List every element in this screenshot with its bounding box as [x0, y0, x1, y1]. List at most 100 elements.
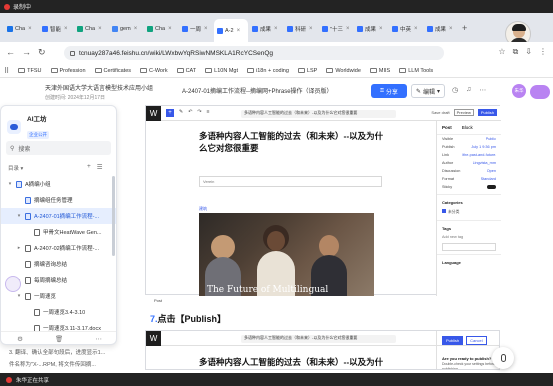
forward-icon[interactable]: → [22, 47, 31, 57]
sidebar-tree-item[interactable]: 甲骨文HeatWave Gen... [1, 224, 116, 240]
step-text: 点击【Publish】 [157, 314, 227, 324]
browser-tab[interactable]: 一周 × [179, 20, 213, 37]
tab-close-icon[interactable]: × [204, 26, 208, 32]
space-name[interactable]: AI工坊 [27, 113, 49, 123]
sidebar-tree-item[interactable]: 一周速览3.4-3.10 [1, 304, 116, 320]
bookmark-item[interactable]: i18n + coding [247, 68, 289, 74]
browser-tab[interactable]: Cha × [4, 20, 38, 37]
sharing-label: 朱华正在共享 [16, 377, 50, 384]
sidebar-tree-label: 甲骨文HeatWave Gen... [43, 230, 102, 236]
settings-icon[interactable]: ⚙ [17, 335, 23, 343]
wp-tab-post: Post [442, 125, 452, 130]
wordpress-logo-icon-2: W [146, 331, 161, 346]
tab-close-icon[interactable]: × [346, 26, 350, 32]
sidebar-scrollbar[interactable] [112, 176, 115, 256]
trash-icon[interactable]: 🗑 [55, 335, 63, 343]
sidebar-tree-item[interactable]: ▾ A-2407-01摘编工作流程-... [1, 208, 116, 224]
browser-tab[interactable]: A-2 × [214, 19, 248, 42]
reload-icon[interactable]: ↻ [38, 47, 46, 58]
bookmark-item[interactable]: TFSU [18, 68, 42, 74]
share-button[interactable]: ⚿ 分享 [371, 84, 407, 98]
downloads-icon[interactable]: ⇩ [525, 47, 532, 57]
toc-options-icon[interactable]: ☰ [97, 163, 103, 171]
sidebar-tree-item[interactable]: ▾ 一周速览 [1, 288, 116, 304]
voice-button[interactable] [492, 347, 514, 369]
bookmark-item[interactable]: L10N Mgt [205, 68, 238, 74]
browser-tab[interactable]: "十三 × [319, 20, 353, 37]
bookmark-item[interactable]: LSP [297, 68, 317, 74]
tab-close-icon[interactable]: × [379, 26, 383, 32]
edit-button[interactable]: ✎ 编辑 ▾ [411, 84, 445, 98]
sidebar-tree-label: A-2407-01摘编工作流程-... [34, 214, 100, 220]
expand-arrow-icon[interactable]: ▾ [7, 181, 13, 187]
browser-tab[interactable]: gem × [109, 20, 143, 37]
wp-setting-value: July 1 9:36 pm [471, 145, 496, 149]
ai-assistant-icon[interactable] [5, 276, 21, 292]
wp-input: Verein [199, 176, 382, 187]
apps-icon[interactable]: ⠿ [4, 67, 9, 75]
sidebar-tree-label: A-2407-02摘编工作流程-... [34, 246, 100, 252]
tab-close-icon[interactable]: × [449, 26, 453, 32]
bookmark-item[interactable]: Certificates [94, 68, 131, 74]
sidebar-tree-item[interactable]: 摘编组任务管理 [1, 192, 116, 208]
tab-close-icon[interactable]: × [168, 26, 172, 32]
bookmark-item[interactable]: LLM Tools [399, 68, 433, 74]
sidebar-header: AI工坊 企业公开 [7, 113, 49, 141]
bookmark-item[interactable]: MIIS [369, 68, 390, 74]
tab-close-icon[interactable]: × [28, 26, 32, 32]
extensions-icon[interactable]: ⧉ [513, 47, 519, 57]
tab-close-icon[interactable]: × [414, 26, 418, 32]
expand-arrow-icon[interactable]: ▾ [16, 213, 22, 219]
url-field[interactable]: tcnuay287a46.feishu.cn/wiki/LWxbwYqRSiwN… [64, 46, 444, 60]
browser-tab[interactable]: 成果 × [424, 20, 458, 37]
sidebar-tree-item[interactable]: ▾ A摘编小组 [1, 176, 116, 192]
folder-icon [297, 68, 305, 73]
browser-tab[interactable]: 科研 × [284, 20, 318, 37]
tab-close-icon[interactable]: × [274, 26, 278, 32]
expand-arrow-icon[interactable]: ▾ [16, 293, 22, 299]
breadcrumb[interactable]: A-2407-01摘编工作流程--摘编网+Phrase操作（译员版） [182, 86, 333, 95]
browser-tab[interactable]: 成果 × [354, 20, 388, 37]
document-icon [34, 228, 40, 236]
sidebar-tree-item[interactable]: ▸ A-2407-02摘编工作流程-... [1, 240, 116, 256]
sidebar-search[interactable]: ⚲ 搜索 [6, 141, 111, 155]
tab-close-icon[interactable]: × [134, 26, 138, 32]
browser-tab[interactable]: Cha × [74, 20, 108, 37]
toc-label: 目录 ▾ [8, 166, 24, 172]
tab-favicon-icon [392, 25, 398, 32]
space-title[interactable]: 天津外国语大学大语言模型技术应用小组 [45, 83, 153, 92]
bookmark-item[interactable]: Profession [50, 68, 86, 74]
add-page-icon[interactable]: + [87, 163, 91, 171]
document-icon [25, 292, 31, 300]
bookmark-item[interactable]: Worldwide [326, 68, 361, 74]
sidebar-tree-item[interactable]: 摘编咨询总结 [1, 256, 116, 272]
tab-close-icon[interactable]: × [64, 26, 68, 32]
collapse-icon[interactable]: ⋯ [95, 335, 102, 343]
new-tab-icon[interactable]: + [462, 23, 467, 33]
site-info-icon[interactable] [70, 50, 75, 56]
browser-tab[interactable]: 中英 × [389, 20, 423, 37]
user-avatar[interactable]: 朱华 [512, 84, 526, 98]
bookmark-item[interactable]: CAT [176, 68, 196, 74]
expand-arrow-icon[interactable]: ▸ [16, 245, 22, 251]
back-icon[interactable]: ← [6, 47, 15, 57]
document-icon [25, 260, 31, 268]
tab-close-icon[interactable]: × [309, 26, 313, 32]
wp-edit-icon: ✎ [179, 109, 184, 115]
browser-tab[interactable]: 成果 × [249, 20, 283, 37]
wp-publish-desc: Double-check your settings before publis… [442, 362, 496, 370]
floating-assistant-button[interactable] [530, 85, 550, 99]
bookmark-item[interactable]: C-Work [140, 68, 168, 74]
tab-close-icon[interactable]: × [98, 26, 102, 32]
browser-tab[interactable]: 智能 × [39, 20, 73, 37]
more-icon[interactable]: ⋯ [479, 86, 486, 94]
wp-setting-key: Discussion [442, 169, 461, 173]
wordpress-screenshot: W + ✎ ↶ ↷ ≡ 多语种内容人工智能的过去（和未来）-以及为什么它对您很重… [145, 105, 501, 303]
tab-close-icon[interactable]: × [237, 28, 241, 34]
wp-add-block-icon: + [166, 109, 174, 117]
notifications-icon[interactable]: ♫ [466, 86, 471, 94]
browser-tab[interactable]: Cha × [144, 20, 178, 37]
menu-icon[interactable]: ⋮ [539, 47, 547, 57]
history-icon[interactable]: ◷ [452, 86, 458, 94]
star-icon[interactable]: ☆ [498, 47, 505, 57]
